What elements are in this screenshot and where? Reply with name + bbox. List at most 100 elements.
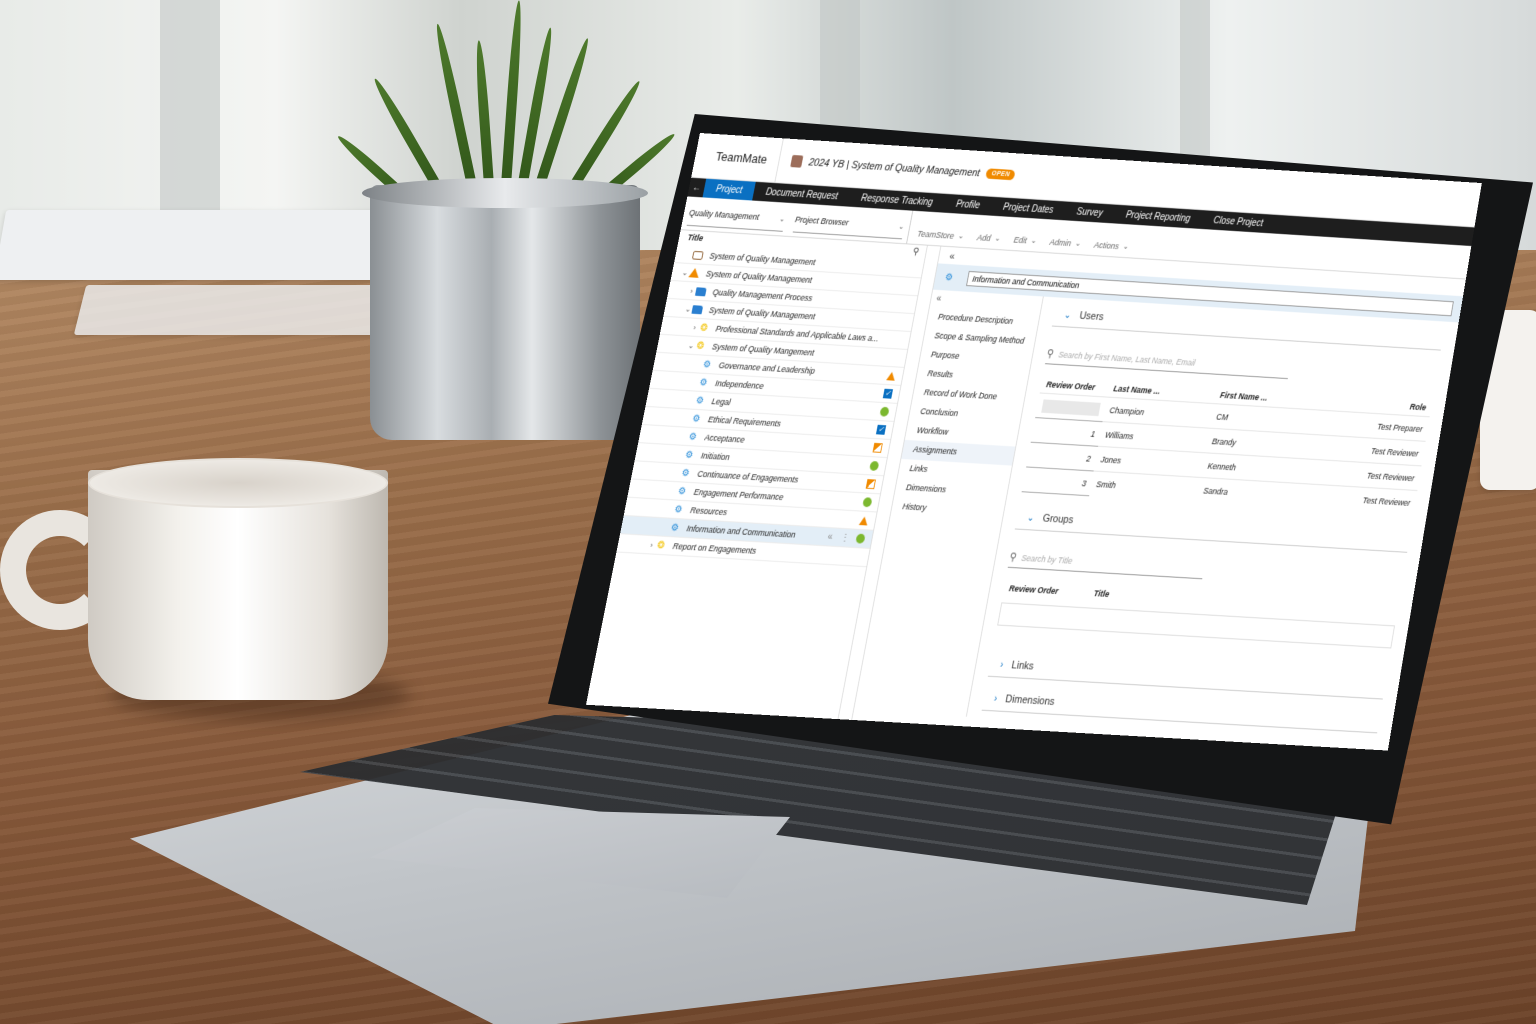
metal-pot — [370, 185, 640, 440]
warning-triangle-icon — [688, 267, 701, 278]
toggle-spacer — [665, 509, 674, 510]
first-name-cell: Sandra — [1196, 477, 1310, 509]
gear-icon: ⚙ — [944, 271, 954, 283]
toggle-spacer — [684, 254, 692, 255]
lightbulb-icon: ❂ — [699, 322, 709, 334]
view-select-value: Quality Management — [688, 207, 761, 222]
toggle-spacer — [690, 382, 698, 383]
groups-search[interactable]: ⚲ Search by Title — [1007, 550, 1206, 580]
status-badge: OPEN — [985, 168, 1016, 181]
status-warning-icon — [858, 515, 869, 526]
app-name: TeamMate — [714, 149, 769, 167]
users-table: Review Order Last Name ... First Name ..… — [1021, 375, 1433, 516]
more-vertical-icon[interactable]: ⋮ — [840, 532, 851, 543]
gear-icon: ⚙ — [702, 358, 712, 370]
view-select[interactable]: Quality Management ⌄ — [686, 200, 788, 232]
toggle-spacer — [661, 527, 670, 528]
menu-teamstore[interactable]: TeamStore ⌄ — [916, 229, 964, 241]
users-search[interactable]: ⚲ Search by First Name, Last Name, Email — [1044, 347, 1291, 380]
browser-select[interactable]: Project Browser ⌄ — [792, 207, 907, 240]
status-complete-icon — [855, 533, 866, 544]
browser-select-value: Project Browser — [794, 214, 850, 228]
search-icon: ⚲ — [1045, 348, 1055, 360]
folder-icon — [695, 286, 707, 296]
gear-icon: ⚙ — [673, 503, 684, 515]
status-complete-icon — [862, 497, 873, 508]
lightbulb-icon: ❂ — [656, 539, 666, 551]
gear-icon: ⚙ — [669, 522, 680, 534]
paper-document — [0, 210, 387, 280]
row-actions: «⋮ — [827, 531, 851, 543]
chevron-down-icon: ⌄ — [1030, 236, 1038, 245]
assignments-content: ⌄ Users ⚲ Search by First Name, Last Nam… — [967, 297, 1459, 741]
links-heading: Links — [1010, 659, 1035, 673]
review-order-cell[interactable]: 3 — [1021, 466, 1094, 496]
folder-icon — [691, 304, 704, 314]
review-order-empty[interactable] — [1041, 398, 1101, 416]
gear-icon: ⚙ — [687, 431, 698, 443]
chevron-down-icon: ⌄ — [957, 231, 965, 241]
gear-icon: ⚙ — [691, 413, 702, 425]
chevron-right-icon: › — [999, 659, 1005, 671]
status-complete-icon — [879, 406, 890, 417]
detail-body: « Procedure Description Scope & Sampling … — [853, 289, 1459, 741]
dimensions-heading: Dimensions — [1004, 693, 1056, 708]
users-search-placeholder: Search by First Name, Last Name, Email — [1057, 349, 1197, 368]
toggle-spacer — [693, 364, 701, 365]
menu-label: TeamStore — [916, 228, 955, 241]
last-name-cell: Smith — [1089, 471, 1201, 503]
toggle-spacer — [676, 454, 685, 455]
gear-icon: ⚙ — [680, 467, 691, 479]
app-logo[interactable]: TeamMate — [691, 133, 784, 183]
menu-edit[interactable]: Edit ⌄ — [1013, 235, 1037, 246]
menu-label: Actions — [1093, 240, 1120, 252]
project-icon — [790, 154, 804, 168]
toggle-spacer — [672, 472, 681, 473]
chevron-down-icon: ⌄ — [897, 221, 906, 231]
groups-accordion-header[interactable]: ⌄ Groups — [1014, 505, 1412, 553]
gear-icon: ⚙ — [684, 449, 695, 461]
project-title: 2024 YB | System of Quality Management O… — [778, 154, 1016, 181]
search-icon: ⚲ — [1008, 551, 1018, 564]
status-partial-icon — [865, 479, 876, 490]
chevron-down-icon: ⌄ — [1122, 241, 1130, 251]
status-checked-icon: ✓ — [875, 424, 887, 435]
toggle-spacer — [668, 490, 677, 491]
status-checked-icon: ✓ — [882, 388, 894, 399]
menu-label: Edit — [1012, 235, 1028, 246]
paper-document — [73, 285, 417, 335]
menu-add[interactable]: Add ⌄ — [976, 233, 1001, 244]
status-warning-icon — [886, 371, 897, 381]
lightbulb-icon: ❂ — [695, 340, 705, 352]
role-cell: Test Reviewer — [1304, 483, 1418, 516]
toggle-spacer — [679, 436, 688, 437]
users-heading: Users — [1078, 310, 1105, 323]
pot-rim — [362, 178, 648, 208]
briefcase-icon — [691, 250, 704, 260]
toggle-spacer — [683, 418, 691, 419]
menu-label: Admin — [1048, 237, 1073, 249]
project-title-text: 2024 YB | System of Quality Management — [807, 156, 981, 179]
main-area: Title ⚲ System of Quality Management ⌄ Sys… — [585, 230, 1466, 751]
collapse-icon[interactable]: « — [827, 531, 834, 542]
arrow-left-icon: ← — [691, 182, 703, 193]
groups-search-placeholder: Search by Title — [1020, 552, 1074, 566]
gear-icon: ⚙ — [698, 377, 709, 388]
detail-pane: « ⚙ « Procedure DescriptionScope & Sampl… — [852, 247, 1466, 751]
status-complete-icon — [869, 460, 880, 471]
teammate-logo-icon — [705, 147, 710, 165]
menu-label: Add — [976, 232, 992, 243]
chevron-down-icon: ⌄ — [1026, 512, 1036, 524]
toggle-spacer — [686, 400, 694, 401]
menu-actions[interactable]: Actions ⌄ — [1093, 240, 1129, 251]
gear-icon: ⚙ — [677, 485, 687, 497]
groups-heading: Groups — [1041, 512, 1075, 527]
column-header-review-order[interactable]: Review Order — [1002, 579, 1090, 601]
chevron-down-icon: ⌄ — [1074, 238, 1082, 248]
chevron-right-icon: › — [993, 693, 998, 705]
chevron-down-icon: ⌄ — [778, 214, 786, 223]
chevron-down-icon: ⌄ — [1063, 309, 1073, 321]
tab-project[interactable]: Project — [702, 178, 756, 201]
laptop-screen: TeamMate 2024 YB | System of Quality Man… — [585, 133, 1482, 751]
menu-admin[interactable]: Admin ⌄ — [1049, 237, 1082, 248]
